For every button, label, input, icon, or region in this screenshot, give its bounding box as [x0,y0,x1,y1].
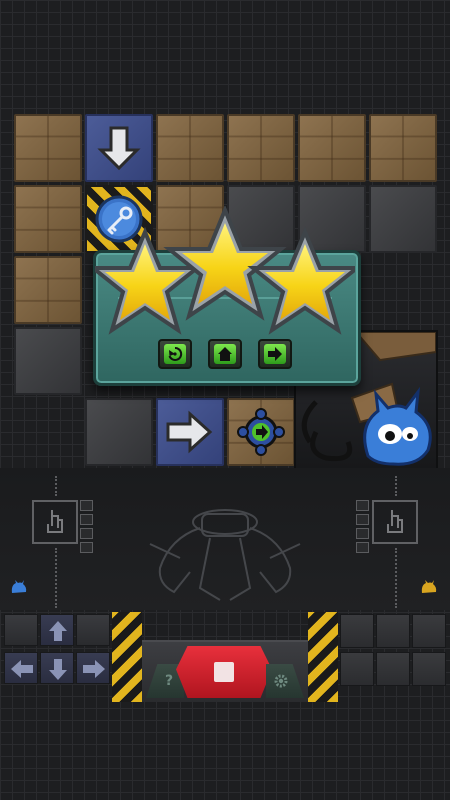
inventory-slot[interactable] [340,652,374,686]
next-arrow-icon [268,347,282,361]
star-icon [163,206,287,321]
yellow-monster-indicator [421,580,437,593]
dotted-guide [55,548,57,608]
dotted-guide [395,548,397,608]
inventory-slot[interactable] [412,614,446,648]
metal-floor-tile [85,398,153,466]
arrow-down-icon [97,126,141,171]
gear-icon [274,674,288,688]
wooden-crate-tile[interactable] [14,185,82,253]
star-icon [95,226,203,335]
arrow-right-icon [83,660,105,678]
inventory-grid [340,614,448,688]
wooden-crate-tile[interactable] [156,114,224,182]
dpad-down-button[interactable] [40,652,74,684]
hazard-stripe [112,612,142,702]
blue-monster-indicator [11,580,27,593]
star-icon [247,226,355,335]
dpad-right-button[interactable] [76,652,110,684]
dpad-blank [4,614,38,646]
robot-blueprint-icon [149,509,301,601]
tap-hand-icon [47,510,63,533]
wooden-crate-tile[interactable] [14,114,82,182]
inventory-slot[interactable] [376,614,410,648]
inventory-slot[interactable] [376,652,410,686]
stop-button[interactable] [176,646,272,698]
replay-icon [168,346,183,361]
dpad-left-button[interactable] [4,652,38,684]
mini-up-indicator [80,500,93,511]
inventory-slot[interactable] [412,652,446,686]
home-button[interactable] [208,339,242,369]
metal-floor-tile [369,185,437,253]
wooden-crate-tile[interactable] [369,114,437,182]
wooden-crate-tile[interactable] [14,256,82,324]
replay-button[interactable] [158,339,192,369]
conveyor-right-tile[interactable] [156,398,224,466]
tap-hint-box [32,500,78,544]
blue-monster [363,386,432,466]
arrow-right-icon [166,410,213,454]
arrow-left-icon [11,660,33,678]
inventory-slot[interactable] [340,614,374,648]
dotted-guide [55,476,57,496]
help-label: ? [164,673,174,689]
gear-switch-icon [237,408,285,456]
wooden-crate-tile[interactable] [298,114,366,182]
dpad-blank [76,614,110,646]
dpad [4,614,112,686]
mini-right-indicator [80,514,93,525]
dotted-guide [395,476,397,496]
mini-right-indicator [356,514,369,525]
mini-left-indicator [80,528,93,539]
dpad-up-button[interactable] [40,614,74,646]
next-button[interactable] [258,339,292,369]
mini-up-indicator [356,500,369,511]
stars-rating [95,206,355,335]
metal-floor-tile [14,327,82,395]
instruction-strip [0,468,450,610]
arrow-up-icon [49,621,67,641]
tap-hand-icon [387,510,403,533]
conveyor-down-tile[interactable] [85,114,153,182]
tap-hint-box [372,500,418,544]
arrow-down-icon [49,659,67,680]
stop-square-icon [214,662,234,682]
wooden-crate-tile[interactable] [227,114,295,182]
gear-switch-tile[interactable] [227,398,295,466]
mini-down-indicator [80,542,93,553]
home-icon [218,347,232,361]
mini-left-indicator [356,528,369,539]
hazard-stripe [308,612,338,702]
mini-down-indicator [356,542,369,553]
